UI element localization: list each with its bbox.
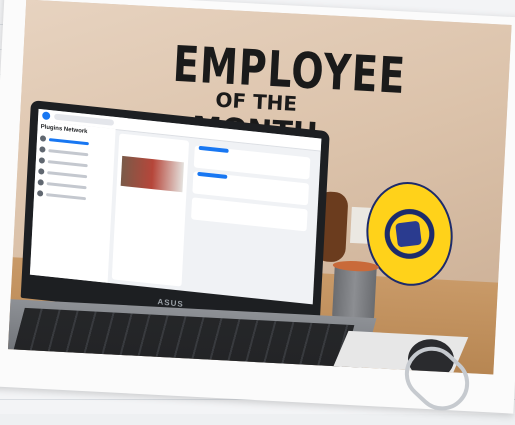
- inbox-icon: [39, 146, 46, 153]
- laptop-lid: Plugins Network ASUS: [20, 100, 330, 330]
- photo: EMPLOYEE OF THE MONTH Plugins Network: [7, 0, 512, 375]
- poster-line-1: EMPLOYEE: [171, 35, 408, 105]
- publishing-icon: [37, 179, 44, 186]
- polaroid-frame: EMPLOYEE OF THE MONTH Plugins Network: [0, 0, 515, 422]
- club-badge-icon: [395, 220, 422, 248]
- home-icon: [39, 135, 47, 142]
- laptop-screen: Plugins Network: [29, 108, 322, 305]
- right-panel: [187, 141, 311, 299]
- facebook-logo-icon: [42, 111, 51, 121]
- keyboard: [13, 307, 355, 369]
- post-feed: [111, 133, 190, 287]
- insights-icon: [38, 168, 45, 175]
- settings-icon: [37, 190, 44, 197]
- notifications-icon: [38, 157, 46, 164]
- sidebar-item: [37, 190, 109, 204]
- action-button: [197, 171, 228, 179]
- action-button: [198, 145, 229, 153]
- post-image: [120, 155, 184, 193]
- mug: [331, 259, 380, 325]
- page-sidebar: Plugins Network: [29, 120, 116, 283]
